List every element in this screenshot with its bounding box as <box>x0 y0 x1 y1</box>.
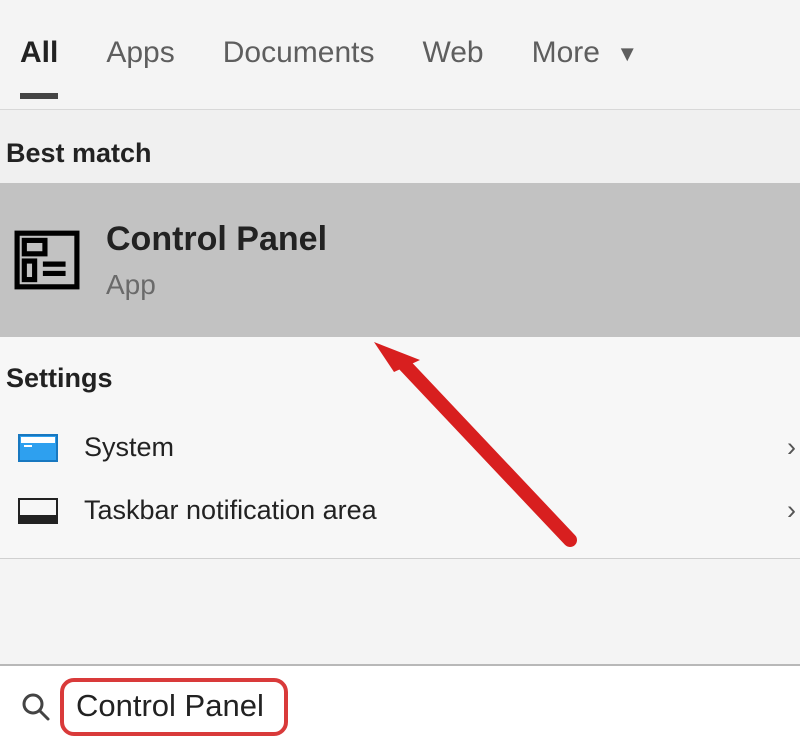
tab-more-label: More <box>532 36 600 69</box>
chevron-down-icon: ▼ <box>616 41 638 67</box>
search-icon <box>20 691 52 723</box>
best-match-header: Best match <box>0 110 800 183</box>
settings-item-label: System <box>84 432 174 463</box>
settings-header: Settings <box>0 337 800 416</box>
tab-web[interactable]: Web <box>422 36 483 98</box>
settings-item-taskbar[interactable]: Taskbar notification area › <box>0 479 800 542</box>
control-panel-icon <box>14 227 80 293</box>
tab-documents[interactable]: Documents <box>223 36 375 98</box>
search-bar: Control Panel <box>0 664 800 748</box>
search-input[interactable]: Control Panel <box>68 682 282 732</box>
best-match-subtitle: App <box>106 269 327 301</box>
monitor-icon <box>18 434 58 462</box>
best-match-control-panel[interactable]: Control Panel App <box>0 183 800 337</box>
settings-item-label: Taskbar notification area <box>84 495 377 526</box>
settings-item-system[interactable]: System › <box>0 416 800 479</box>
chevron-right-icon: › <box>787 432 796 463</box>
search-filter-tabs: All Apps Documents Web More ▼ <box>0 0 800 110</box>
best-match-text: Control Panel App <box>106 220 327 301</box>
chevron-right-icon: › <box>787 495 796 526</box>
tab-all[interactable]: All <box>20 36 58 98</box>
taskbar-icon <box>18 498 58 524</box>
settings-section: Settings System › Taskbar notification a… <box>0 337 800 559</box>
tab-apps[interactable]: Apps <box>106 36 174 98</box>
divider <box>0 558 800 559</box>
tab-more[interactable]: More ▼ <box>532 36 638 98</box>
best-match-title: Control Panel <box>106 220 327 259</box>
